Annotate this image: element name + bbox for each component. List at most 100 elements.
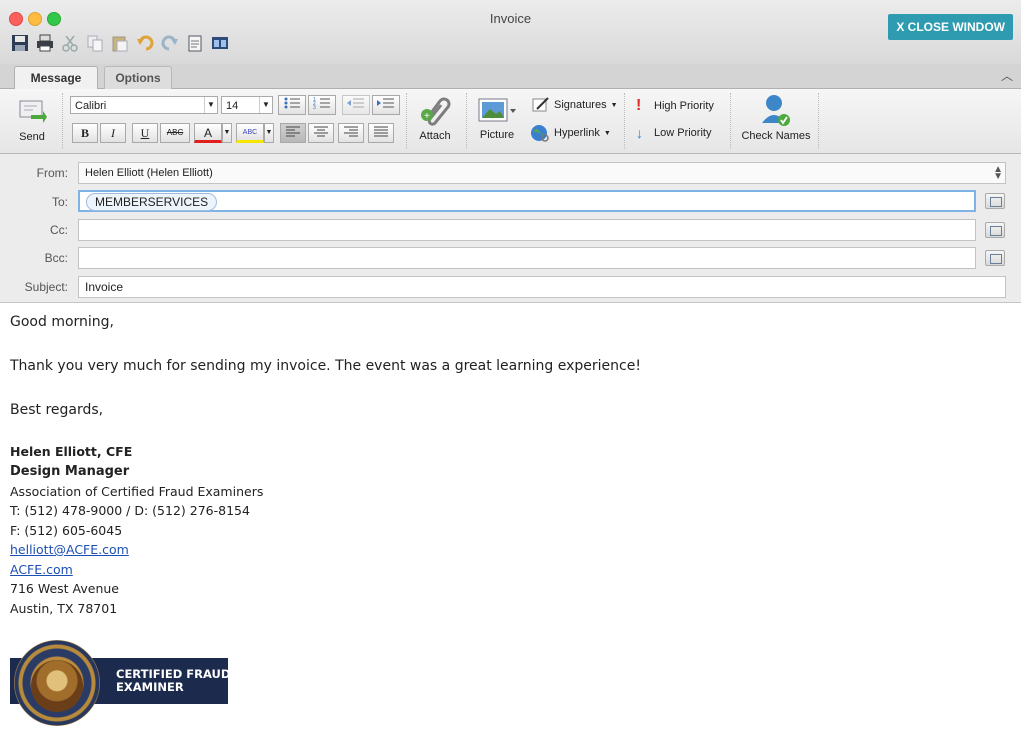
outdent-icon [347, 98, 364, 108]
ribbon-separator [62, 93, 64, 149]
cfe-seal-center [31, 660, 83, 712]
low-priority-button[interactable]: ↓ Low Priority [636, 125, 711, 141]
align-left-icon [286, 126, 300, 137]
font-name-select[interactable]: Calibri ▼ [70, 96, 218, 114]
undo-icon[interactable] [135, 33, 155, 53]
exclamation-icon: ! [636, 97, 642, 114]
close-window-button[interactable]: X CLOSE WINDOW [888, 14, 1013, 40]
send-label: Send [19, 131, 45, 143]
align-right-button[interactable] [338, 123, 364, 143]
ribbon: Send Calibri ▼ 14 ▼ 123 B I U ABC A ▼ AB… [0, 89, 1021, 154]
chevron-down-icon: ▼ [204, 97, 217, 113]
address-book-icon[interactable] [985, 250, 1005, 266]
ribbon-separator [818, 93, 820, 149]
globe-link-icon [531, 125, 549, 142]
ribbon-separator [466, 93, 468, 149]
recipient-chip[interactable]: MEMBERSERVICES [86, 193, 218, 211]
signatures-button[interactable]: Signatures ▼ [532, 97, 618, 113]
window-icon[interactable] [210, 33, 230, 53]
underline-button[interactable]: U [132, 123, 158, 143]
font-color-dropdown[interactable]: ▼ [222, 123, 232, 143]
send-button[interactable]: Send [10, 95, 54, 143]
justify-button[interactable] [368, 123, 394, 143]
tab-message[interactable]: Message [14, 66, 98, 89]
subject-label: Subject: [24, 280, 68, 294]
from-stepper-icon[interactable]: ▲ ▼ [993, 165, 1003, 182]
address-book-icon[interactable] [985, 193, 1005, 209]
signature-pen-icon [532, 97, 549, 112]
attach-label: Attach [419, 130, 451, 142]
down-arrow-icon: ↓ [636, 125, 643, 141]
picture-button[interactable]: Picture [472, 95, 522, 141]
cut-icon[interactable] [60, 33, 80, 53]
collapse-ribbon-icon[interactable]: ︿ [1001, 67, 1013, 84]
italic-button[interactable]: I [100, 123, 126, 143]
cc-field[interactable] [78, 219, 976, 241]
message-header: From: Helen Elliott (Helen Elliott) To: … [0, 154, 1021, 303]
numbering-button[interactable]: 123 [308, 95, 336, 115]
check-names-button[interactable]: Check Names [736, 93, 816, 142]
send-icon [10, 95, 54, 125]
subject-value: Invoice [85, 280, 124, 294]
font-color-button[interactable]: A [194, 123, 222, 143]
svg-text:+: + [424, 111, 430, 122]
signature-fax: F: (512) 605-6045 [10, 523, 123, 538]
justify-icon [374, 126, 388, 137]
strikethrough-button[interactable]: ABC [160, 123, 190, 143]
print-icon[interactable] [35, 33, 55, 53]
signatures-label: Signatures [554, 99, 607, 111]
greeting-text: Good morning, [10, 314, 115, 330]
align-left-button[interactable] [280, 123, 306, 143]
increase-indent-button[interactable] [372, 95, 400, 115]
cfe-badge-text: CERTIFIED FRAUD EXAMINER [116, 668, 230, 694]
save-icon[interactable] [10, 33, 30, 53]
address-book-icon[interactable] [985, 222, 1005, 238]
subject-field[interactable]: Invoice [78, 276, 1006, 298]
align-center-button[interactable] [308, 123, 334, 143]
bullets-button[interactable] [278, 95, 306, 115]
align-center-icon [314, 126, 328, 137]
redo-icon[interactable] [160, 33, 180, 53]
copy-icon[interactable] [85, 33, 105, 53]
bcc-field[interactable] [78, 247, 976, 269]
highlight-dropdown[interactable]: ▼ [264, 123, 274, 143]
cc-label: Cc: [50, 223, 68, 237]
font-size-value: 14 [226, 100, 239, 112]
closing-text: Best regards, [10, 402, 104, 418]
from-label: From: [36, 166, 68, 180]
picture-icon [472, 95, 522, 125]
ribbon-separator [730, 93, 732, 149]
chevron-down-icon: ▼ [259, 97, 272, 113]
highlight-button[interactable]: ABC [236, 123, 264, 143]
signature-website-link[interactable]: ACFE.com [10, 562, 73, 577]
decrease-indent-button[interactable] [342, 95, 370, 115]
ribbon-separator [624, 93, 626, 149]
from-select[interactable]: Helen Elliott (Helen Elliott) [78, 162, 1006, 184]
to-label: To: [51, 195, 68, 209]
window-title: Invoice [489, 11, 532, 26]
indent-icon [377, 98, 394, 108]
bold-button[interactable]: B [72, 123, 98, 143]
signature-name: Helen Elliott, CFE [10, 444, 133, 459]
hyperlink-button[interactable]: Hyperlink ▼ [530, 123, 611, 143]
from-value: Helen Elliott (Helen Elliott) [85, 167, 213, 179]
font-size-select[interactable]: 14 ▼ [221, 96, 273, 114]
to-field[interactable]: MEMBERSERVICES [78, 190, 976, 212]
paste-icon[interactable] [110, 33, 130, 53]
title-bar: Invoice X CLOSE WINDOW [0, 0, 1021, 65]
svg-text:3: 3 [313, 105, 316, 110]
signature-phone: T: (512) 478-9000 / D: (512) 276-8154 [10, 503, 250, 518]
clipboard-icon[interactable] [185, 33, 205, 53]
signature-street: 716 West Avenue [10, 581, 119, 596]
high-priority-button[interactable]: ! High Priority [636, 97, 714, 115]
ribbon-separator [406, 93, 408, 149]
signature-email-link[interactable]: helliott@ACFE.com [10, 542, 129, 557]
attach-button[interactable]: + Attach [412, 93, 458, 142]
signature-title: Design Manager [10, 464, 130, 479]
check-names-label: Check Names [741, 130, 811, 142]
numbered-list-icon: 123 [313, 97, 330, 111]
align-right-icon [344, 126, 358, 137]
hyperlink-label: Hyperlink [554, 127, 600, 139]
tab-options[interactable]: Options [104, 66, 172, 89]
quick-access-toolbar [10, 33, 230, 53]
